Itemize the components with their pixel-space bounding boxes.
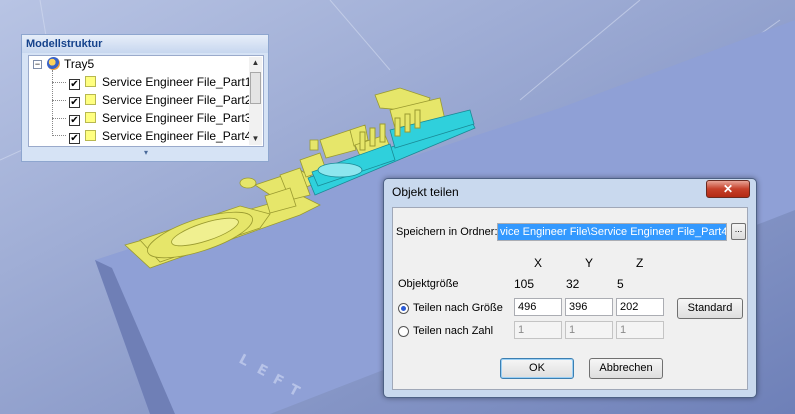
visibility-checkbox[interactable]: ✔ [69,115,80,126]
object-size-y: 32 [566,277,580,291]
tree-item-part3[interactable]: ✔ Service Engineer File_Part3 [69,110,251,127]
tree-item-label: Service Engineer File_Part2 [102,93,252,107]
tree-item-label: Service Engineer File_Part4 [102,129,252,143]
header-y: Y [585,256,594,270]
save-folder-input[interactable]: vice Engineer File\Service Engineer File… [497,223,727,241]
size-x-input[interactable]: 496 [514,298,562,316]
tree-item-part1[interactable]: ✔ Service Engineer File_Part1 [69,74,251,91]
tree-item-label: Service Engineer File_Part3 [102,111,252,125]
count-z-input: 1 [616,321,664,339]
size-z-input[interactable]: 202 [616,298,664,316]
tree-root-label: Tray5 [64,57,95,71]
ok-button[interactable]: OK [500,358,574,379]
scroll-down-icon[interactable]: ▼ [249,133,262,145]
split-object-dialog: Objekt teilen ✕ Speichern in Ordner: vic… [383,178,757,398]
scroll-up-icon[interactable]: ▲ [249,57,262,69]
dialog-body: Speichern in Ordner: vice Engineer File\… [392,207,748,390]
color-swatch-icon [85,112,96,123]
tree-scrollbar[interactable]: ▲ ▼ [249,57,262,145]
header-z: Z [636,256,644,270]
count-x-input: 1 [514,321,562,339]
tree-item-part4[interactable]: ✔ Service Engineer File_Part4 [69,128,251,145]
dialog-title: Objekt teilen [392,185,459,199]
cancel-button[interactable]: Abbrechen [589,358,663,379]
count-y-input: 1 [565,321,613,339]
split-by-size-radio[interactable] [398,303,409,314]
collapse-icon[interactable]: − [33,60,42,69]
yellow-part-ring [239,177,257,189]
save-folder-label: Speichern in Ordner: [396,226,498,238]
color-swatch-icon [85,130,96,141]
object-size-z: 5 [617,277,624,291]
model-structure-panel: Modellstruktur − Tray5 ✔ Service Engineer… [21,34,269,162]
split-by-count-radio[interactable] [398,326,409,337]
close-button[interactable]: ✕ [706,180,750,198]
split-by-count-label[interactable]: Teilen nach Zahl [413,325,493,337]
header-x: X [534,256,543,270]
save-folder-value: vice Engineer File\Service Engineer File… [498,224,726,240]
visibility-checkbox[interactable]: ✔ [69,79,80,90]
model-tree[interactable]: − Tray5 ✔ Service Engineer File_Part1 ✔ Se… [28,55,264,147]
scroll-thumb[interactable] [250,72,261,104]
tree-item-label: Service Engineer File_Part1 [102,75,252,89]
object-size-x: 105 [514,277,535,291]
visibility-checkbox[interactable]: ✔ [69,133,80,144]
tree-item-part2[interactable]: ✔ Service Engineer File_Part2 [69,92,251,109]
color-swatch-icon [85,76,96,87]
model-structure-title: Modellstruktur [22,35,268,53]
visibility-checkbox[interactable]: ✔ [69,97,80,108]
color-swatch-icon [85,94,96,105]
size-y-input[interactable]: 396 [565,298,613,316]
split-by-size-label[interactable]: Teilen nach Größe [413,302,503,314]
panel-expand-icon[interactable]: ▾ [28,147,264,159]
object-size-label: Objektgröße [398,278,459,290]
standard-button[interactable]: Standard [677,298,743,319]
tray-icon [47,57,60,70]
browse-button[interactable]: ... [731,223,746,240]
